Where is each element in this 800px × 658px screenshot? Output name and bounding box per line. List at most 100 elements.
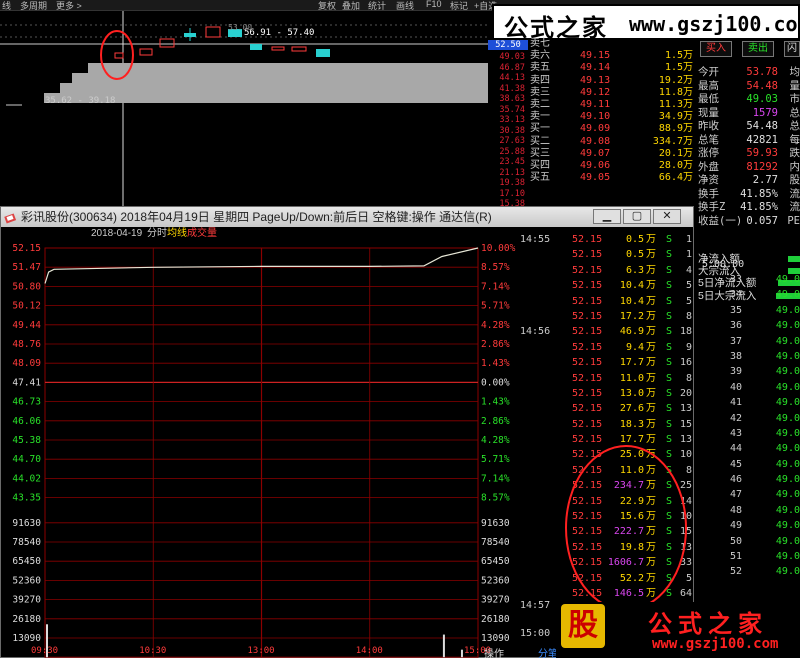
order-volume: 19.2 (658, 74, 683, 86)
close-icon[interactable]: ✕ (653, 209, 681, 224)
tick-side: S (665, 264, 672, 276)
tick-row[interactable]: 52.15 18.3 万 S 15 (518, 417, 696, 432)
right-list-index: 51 (730, 551, 743, 563)
order-book-row[interactable]: 卖三 49.12 11.8 万 (528, 87, 693, 99)
bg-price-tick: 21.13 (499, 167, 525, 178)
stat-label-secondary: 均 (789, 66, 800, 78)
order-level: 卖五 (530, 62, 550, 74)
right-list-index: 49 (730, 520, 743, 532)
tick-unit: 万 (646, 249, 656, 261)
price-tick-label: 52.15 (12, 243, 41, 254)
stat-row: 净资 2.77 股 (696, 174, 800, 188)
order-book-row[interactable]: 卖六 49.15 1.5 万 (528, 50, 693, 62)
order-volume: 20.1 (658, 147, 683, 159)
right-list-price: 49.0 (775, 535, 800, 547)
price-tick-label: 44.70 (12, 454, 41, 465)
tick-row[interactable]: 14:56 52.15 46.9 万 S 18 (518, 324, 696, 339)
tick-count: 1 (685, 234, 692, 245)
tick-row[interactable]: 52.15 6.3 万 S 4 (518, 263, 696, 278)
flash-button[interactable]: 闪 (784, 41, 800, 57)
intraday-chart[interactable]: 52.15 10.00% 51.47 8.57% 50.80 7.14% 50.12 5.71… (0, 240, 518, 658)
pct-tick-label: 1.43% (481, 397, 510, 408)
tick-row[interactable]: 52.15 9.4 万 S 9 (518, 340, 696, 355)
order-book-row[interactable]: 买二 49.08 334.7 万 (528, 136, 693, 148)
right-list-row: 42 49.0 (696, 411, 800, 426)
tick-row[interactable]: 52.15 17.7 万 S 16 (518, 355, 696, 370)
sell-button[interactable]: 卖出 (742, 41, 774, 57)
right-list-price: 49.0 (775, 458, 800, 470)
stat-value: 2.77 (752, 174, 778, 186)
order-price: 49.10 (580, 111, 611, 123)
right-list-index: 48 (730, 504, 743, 516)
order-book-row[interactable]: 卖七 (528, 38, 693, 50)
tick-row[interactable]: 52.15 11.0 万 S 8 (518, 371, 696, 386)
right-list-row: 38 49.0 (696, 349, 800, 364)
tick-row[interactable]: 14:55 52.15 0.5 万 S 1 (518, 232, 696, 247)
right-list-price: 49.0 (775, 289, 800, 301)
right-list-price: 49.0 (775, 474, 800, 486)
right-list-row: 36 49.0 (696, 318, 800, 333)
right-list-price: 49.0 (775, 320, 800, 332)
order-unit: 万 (683, 172, 693, 184)
tick-unit: 万 (646, 310, 656, 322)
order-book-row[interactable]: 卖一 49.10 34.9 万 (528, 111, 693, 123)
order-book-row[interactable]: 买三 49.07 20.1 万 (528, 148, 693, 160)
tick-row[interactable]: 52.15 10.4 万 S 5 (518, 294, 696, 309)
order-book-row[interactable]: 买五 49.05 66.4 万 (528, 172, 693, 184)
stat-label: 收益(一) (698, 214, 743, 227)
tick-row[interactable]: 52.15 0.5 万 S 1 (518, 247, 696, 262)
stat-row: 外盘 81292 内 (696, 161, 800, 175)
order-book-row[interactable]: 卖五 49.14 1.5 万 (528, 62, 693, 74)
order-book-row[interactable]: 买一 49.09 88.9 万 (528, 123, 693, 135)
order-book-row[interactable]: 买四 49.06 28.0 万 (528, 160, 693, 172)
order-price: 49.15 (580, 50, 611, 62)
stat-label: 最高 (698, 79, 719, 92)
right-list-index: 37 (730, 335, 743, 347)
pct-tick-label: 2.86% (481, 339, 510, 350)
right-list-price: 49.0 (775, 504, 800, 516)
operate-button[interactable]: 操作 (484, 645, 504, 658)
tick-price: 52.15 (572, 372, 603, 384)
tick-side: S (665, 357, 672, 369)
maximize-icon[interactable]: ▢ (623, 209, 651, 224)
tick-price: 52.15 (572, 387, 603, 399)
stat-row: 最低 49.03 市 (696, 93, 800, 107)
tab-detail[interactable]: 分笔 (538, 645, 558, 658)
buy-button[interactable]: 买入 (700, 41, 732, 57)
order-unit: 万 (683, 123, 693, 135)
right-list-row: 50 49.0 (696, 534, 800, 549)
tick-row[interactable]: 52.15 27.6 万 S 13 (518, 401, 696, 416)
right-list-row: 40 49.0 (696, 380, 800, 395)
order-price: 49.08 (580, 135, 611, 147)
order-volume: 11.3 (658, 98, 683, 110)
time-tick-label: 13:00 (247, 646, 275, 656)
right-list-time: 5:00:00 (702, 259, 745, 270)
order-book-row[interactable]: 卖四 49.13 19.2 万 (528, 75, 693, 87)
bg-price-tick: 19.38 (499, 178, 525, 188)
tick-row[interactable]: 52.15 17.2 万 S 8 (518, 309, 696, 324)
tick-volume: 27.6 (619, 403, 644, 415)
order-book: 卖七 卖六 49.15 1.5 万卖五 49.14 1.5 万卖四 49.13 19.2 万卖三 49… (528, 38, 693, 208)
tick-row[interactable]: 52.15 13.0 万 S 20 (518, 386, 696, 401)
popup-titlebar[interactable]: 彩讯股份(300634) 2018年04月19日 星期四 PageUp/Down… (1, 207, 693, 227)
stat-row: 最高 54.48 量 (696, 80, 800, 94)
pct-tick-label: 0.00% (481, 377, 510, 388)
pct-tick-label: 10.00% (481, 243, 516, 254)
background-kline-chart[interactable] (0, 11, 488, 206)
highlight-ellipse (565, 445, 687, 611)
right-list-index: 36 (730, 320, 743, 332)
minimize-icon[interactable]: ▁ (593, 209, 621, 224)
pct-tick-label: 5.71% (481, 301, 510, 312)
tick-row[interactable]: 52.15 10.4 万 S 5 (518, 278, 696, 293)
tick-side: S (665, 372, 672, 384)
order-price: 49.12 (580, 86, 611, 98)
tick-volume: 11.0 (619, 372, 644, 384)
tick-side: S (665, 387, 672, 399)
order-level: 卖四 (530, 74, 550, 86)
pct-tick-label: 8.57% (481, 262, 510, 273)
right-list-index: 40 (730, 381, 743, 393)
toolbar-item-f10[interactable]: F10 (426, 0, 442, 9)
right-list-index: 44 (730, 443, 743, 455)
order-book-row[interactable]: 卖二 49.11 11.3 万 (528, 99, 693, 111)
right-list-index: 50 (730, 535, 743, 547)
